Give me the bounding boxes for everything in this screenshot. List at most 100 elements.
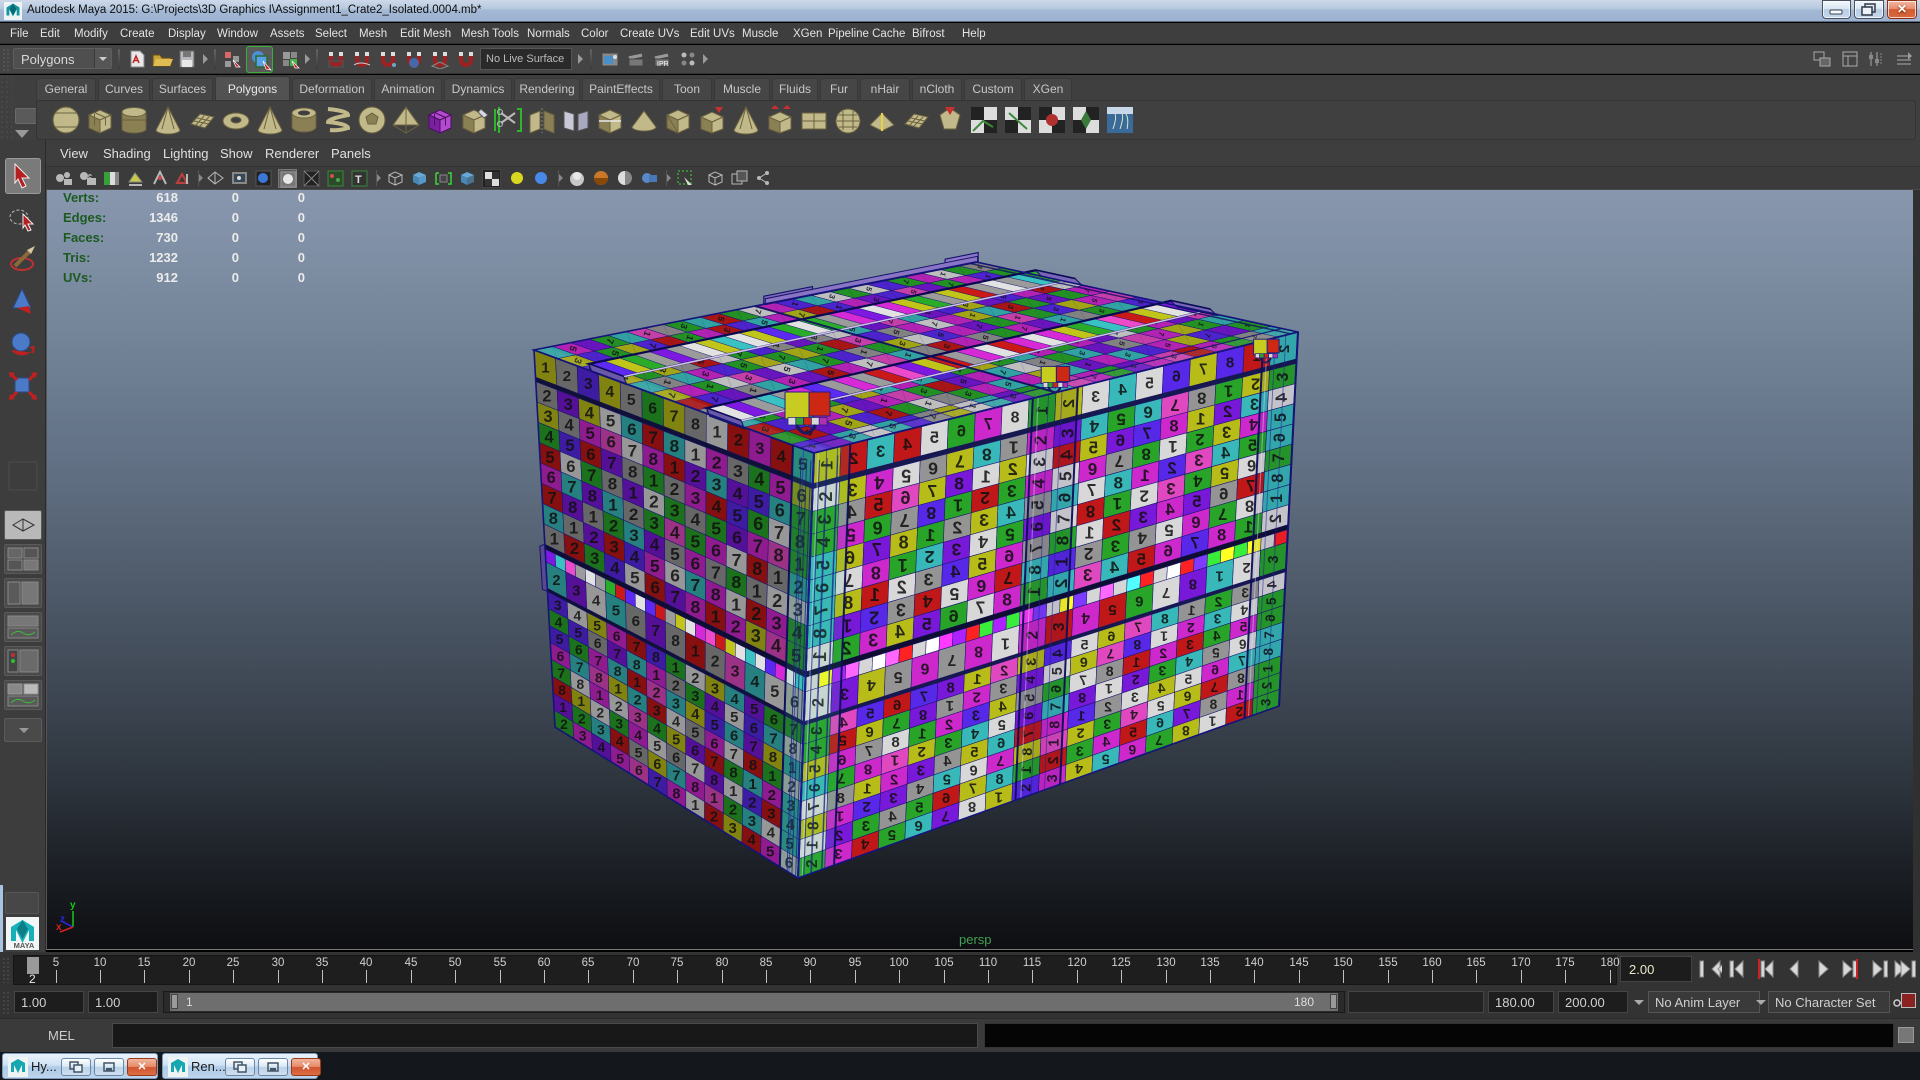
- svg-text:1: 1: [925, 525, 935, 545]
- svg-text:4: 4: [670, 522, 680, 542]
- svg-text:4: 4: [1118, 382, 1127, 399]
- svg-text:4: 4: [771, 636, 782, 656]
- svg-text:6: 6: [942, 791, 950, 807]
- svg-text:5: 5: [612, 603, 620, 620]
- svg-text:5: 5: [1248, 437, 1257, 455]
- svg-text:6: 6: [670, 566, 680, 586]
- svg-text:2: 2: [1242, 559, 1250, 575]
- svg-text:8: 8: [1086, 502, 1096, 521]
- svg-text:2: 2: [552, 573, 560, 589]
- svg-text:2: 2: [897, 577, 907, 597]
- svg-text:IPR: IPR: [657, 61, 669, 68]
- svg-text:6: 6: [750, 720, 758, 737]
- svg-text:1: 1: [569, 519, 578, 538]
- svg-text:2: 2: [711, 654, 720, 671]
- svg-text:8: 8: [1002, 590, 1012, 610]
- svg-text:4: 4: [754, 469, 764, 489]
- svg-text:6: 6: [557, 649, 565, 664]
- svg-text:3: 3: [634, 710, 642, 726]
- svg-text:3: 3: [917, 763, 925, 779]
- svg-text:5: 5: [922, 614, 932, 634]
- svg-text:5: 5: [691, 532, 701, 552]
- svg-text:7: 7: [710, 755, 718, 771]
- svg-text:1: 1: [1208, 714, 1216, 729]
- svg-text:2: 2: [649, 492, 659, 512]
- svg-text:4: 4: [1193, 471, 1203, 490]
- svg-text:4: 4: [691, 707, 700, 723]
- svg-text:7: 7: [947, 651, 956, 668]
- svg-text:7: 7: [899, 510, 909, 530]
- svg-text:8: 8: [1245, 497, 1254, 515]
- svg-text:7: 7: [1210, 679, 1218, 694]
- svg-text:2: 2: [917, 743, 925, 759]
- svg-text:8: 8: [974, 643, 983, 660]
- svg-text:5: 5: [1157, 698, 1165, 714]
- svg-text:x: x: [56, 922, 62, 933]
- svg-text:6: 6: [976, 576, 986, 596]
- svg-text:7: 7: [1183, 706, 1191, 721]
- svg-text:7: 7: [567, 477, 576, 496]
- svg-text:6: 6: [632, 613, 640, 630]
- svg-text:3: 3: [1166, 479, 1175, 498]
- svg-text:1: 1: [1105, 681, 1113, 697]
- svg-text:3: 3: [979, 510, 989, 530]
- svg-text:1: 1: [649, 470, 659, 490]
- svg-text:2: 2: [589, 528, 598, 547]
- svg-text:3: 3: [597, 722, 605, 738]
- svg-text:8: 8: [954, 474, 964, 494]
- svg-text:8: 8: [752, 559, 762, 579]
- svg-text:8: 8: [1197, 389, 1206, 408]
- svg-text:1: 1: [953, 496, 963, 516]
- svg-text:8: 8: [633, 657, 641, 673]
- svg-text:2: 2: [1214, 594, 1222, 609]
- svg-text:7: 7: [732, 550, 742, 570]
- svg-text:1: 1: [729, 784, 737, 800]
- svg-text:7: 7: [984, 415, 993, 433]
- svg-text:7: 7: [892, 714, 900, 731]
- svg-text:5: 5: [565, 436, 574, 455]
- svg-text:4: 4: [1185, 654, 1193, 669]
- svg-text:3: 3: [543, 408, 552, 426]
- svg-text:1: 1: [559, 700, 567, 715]
- svg-text:8: 8: [1209, 697, 1217, 712]
- svg-text:6: 6: [1219, 485, 1228, 503]
- svg-text:4: 4: [750, 673, 759, 691]
- svg-text:1: 1: [981, 466, 991, 486]
- svg-text:6: 6: [914, 817, 922, 833]
- svg-text:8: 8: [549, 510, 558, 528]
- svg-text:3: 3: [1138, 508, 1147, 527]
- svg-text:5: 5: [1212, 645, 1220, 660]
- svg-text:1: 1: [918, 726, 926, 742]
- svg-text:8: 8: [669, 436, 679, 456]
- svg-text:2: 2: [731, 617, 741, 637]
- svg-text:4: 4: [545, 428, 555, 446]
- svg-text:3: 3: [1186, 637, 1194, 652]
- svg-text:7: 7: [613, 646, 621, 662]
- svg-text:1: 1: [1168, 437, 1177, 456]
- svg-text:5: 5: [650, 556, 660, 576]
- svg-text:1: 1: [870, 585, 880, 605]
- svg-text:3: 3: [1007, 481, 1017, 501]
- svg-text:MAYA: MAYA: [14, 941, 35, 950]
- svg-text:1: 1: [596, 687, 604, 703]
- svg-text:5: 5: [711, 718, 719, 734]
- svg-text:8: 8: [864, 761, 872, 778]
- svg-text:3: 3: [896, 600, 906, 620]
- svg-text:4: 4: [874, 473, 884, 493]
- svg-text:4: 4: [711, 497, 721, 517]
- svg-text:4: 4: [574, 608, 582, 623]
- svg-text:8: 8: [614, 663, 622, 679]
- svg-text:1: 1: [1188, 603, 1196, 618]
- svg-text:2: 2: [563, 368, 571, 385]
- svg-text:3: 3: [1083, 566, 1093, 585]
- svg-text:8: 8: [749, 757, 757, 774]
- svg-text:2: 2: [751, 604, 761, 624]
- svg-text:5: 5: [593, 618, 601, 634]
- svg-text:8: 8: [1161, 611, 1169, 627]
- svg-text:8: 8: [1237, 670, 1245, 685]
- svg-text:7: 7: [927, 481, 937, 501]
- svg-text:6: 6: [1156, 715, 1164, 731]
- svg-text:1: 1: [995, 788, 1003, 804]
- svg-text:6: 6: [1128, 742, 1136, 758]
- svg-text:2: 2: [1159, 645, 1167, 661]
